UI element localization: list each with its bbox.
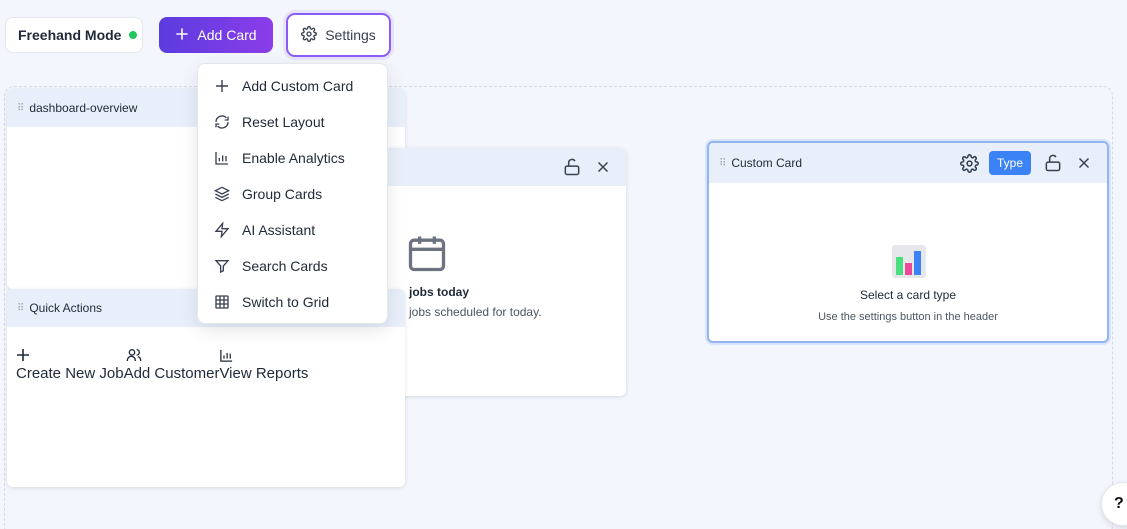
- plus-icon: [214, 78, 230, 94]
- plus-icon: [175, 27, 189, 44]
- action-label: Create New Job: [16, 365, 124, 382]
- menu-item-enable-analytics[interactable]: Enable Analytics: [198, 140, 387, 176]
- menu-item-label: Switch to Grid: [242, 294, 330, 310]
- layers-icon: [214, 186, 230, 202]
- menu-item-ai-assistant[interactable]: AI Assistant: [198, 212, 387, 248]
- action-label: View Reports: [219, 365, 309, 382]
- close-icon[interactable]: [1075, 154, 1093, 172]
- filter-icon: [214, 258, 230, 274]
- unlock-icon[interactable]: [1043, 153, 1063, 173]
- grid-icon: [214, 294, 230, 310]
- type-button[interactable]: Type: [988, 151, 1031, 175]
- mode-label: Freehand Mode: [18, 27, 122, 43]
- menu-item-label: AI Assistant: [242, 222, 316, 238]
- custom-card-prompt: Select a card type: [859, 288, 957, 302]
- mode-indicator: Freehand Mode: [5, 17, 143, 53]
- menu-item-add-custom-card[interactable]: Add Custom Card: [198, 68, 387, 104]
- bar-chart-icon: [219, 345, 234, 365]
- bar-chart-icon: [214, 150, 230, 166]
- chart-emoji-icon: [891, 243, 927, 284]
- settings-menu: Add Custom Card Reset Layout Enable Anal…: [197, 63, 388, 324]
- menu-item-label: Reset Layout: [242, 114, 325, 130]
- drag-handle-icon[interactable]: ⠿: [17, 103, 24, 114]
- jobs-today-subtitle: jobs scheduled for today.: [409, 305, 542, 319]
- menu-item-group-cards[interactable]: Group Cards: [198, 176, 387, 212]
- menu-item-reset-layout[interactable]: Reset Layout: [198, 104, 387, 140]
- status-dot-icon: [129, 31, 138, 39]
- drag-handle-icon[interactable]: ⠿: [719, 158, 726, 169]
- menu-item-label: Add Custom Card: [242, 78, 354, 94]
- action-label: Add Customer: [123, 365, 220, 382]
- gear-icon[interactable]: [960, 153, 979, 173]
- custom-card-hint: Use the settings button in the header: [818, 311, 998, 323]
- drag-handle-icon[interactable]: ⠿: [17, 303, 24, 314]
- settings-button[interactable]: Settings: [286, 13, 391, 57]
- card-header[interactable]: ⠿ Custom Card Type: [709, 143, 1107, 183]
- menu-item-label: Enable Analytics: [242, 150, 345, 166]
- jobs-today-title: jobs today: [409, 285, 470, 299]
- help-icon: ?: [1114, 495, 1124, 512]
- add-card-button[interactable]: Add Card: [159, 17, 273, 53]
- menu-item-label: Group Cards: [242, 186, 323, 202]
- users-icon: [124, 345, 142, 365]
- plus-icon: [16, 345, 30, 365]
- card-custom[interactable]: ⠿ Custom Card Type Select a card type Us…: [707, 141, 1109, 343]
- zap-icon: [214, 222, 230, 238]
- calendar-icon: [405, 230, 449, 281]
- add-card-label: Add Card: [197, 27, 257, 43]
- menu-item-switch-to-grid[interactable]: Switch to Grid: [198, 284, 387, 320]
- card-title: Custom Card: [731, 156, 803, 170]
- settings-label: Settings: [325, 27, 376, 43]
- unlock-icon[interactable]: [562, 157, 582, 177]
- gear-icon: [301, 25, 318, 45]
- view-reports-button[interactable]: View Reports: [219, 345, 308, 382]
- quick-actions-list: Create New Job Add Customer View Reports: [16, 345, 308, 382]
- menu-item-label: Search Cards: [242, 258, 328, 274]
- close-icon[interactable]: [594, 158, 612, 176]
- create-new-job-button[interactable]: Create New Job: [16, 345, 124, 382]
- menu-item-search-cards[interactable]: Search Cards: [198, 248, 387, 284]
- refresh-icon: [214, 114, 230, 130]
- add-customer-button[interactable]: Add Customer: [123, 345, 220, 382]
